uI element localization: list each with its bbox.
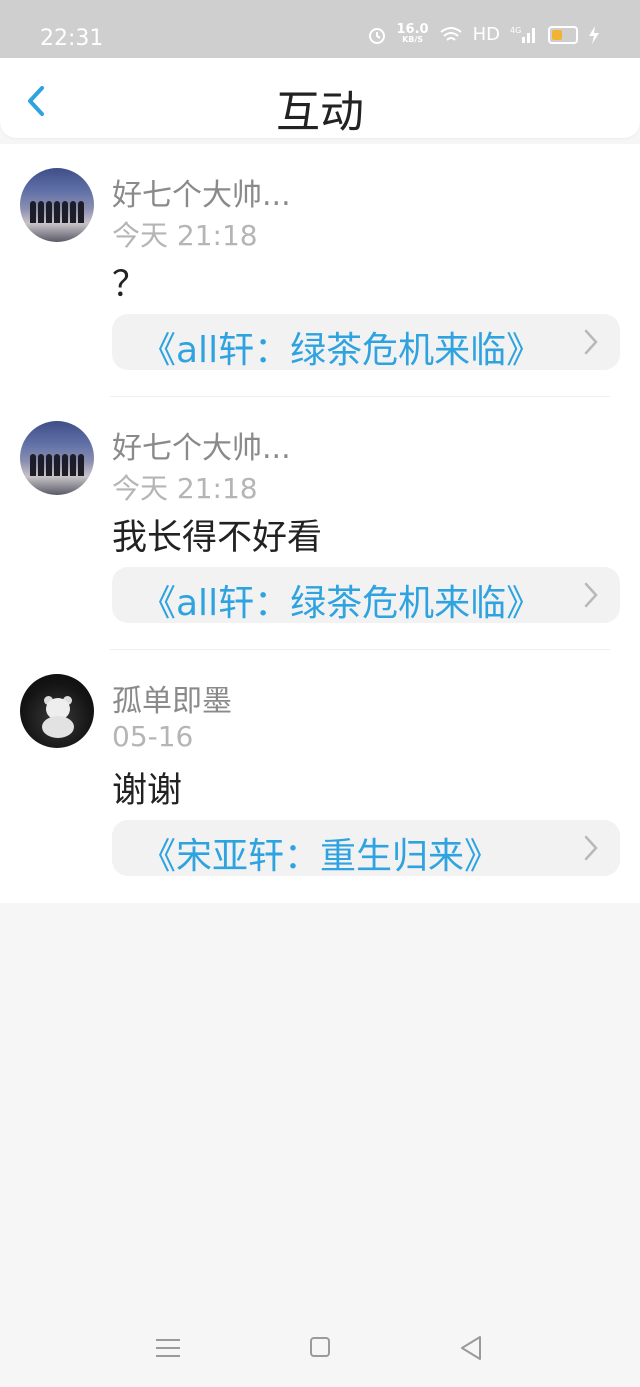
battery-icon [548,25,578,44]
user-name[interactable]: 孤单即墨 [112,676,232,720]
status-time: 22:31 [40,26,104,51]
user-name[interactable]: 好七个大帅... [112,423,291,467]
chevron-right-icon [584,835,598,861]
avatar[interactable] [20,168,94,242]
menu-icon[interactable] [150,1332,186,1364]
avatar[interactable] [20,674,94,748]
svg-text:4G: 4G [510,26,521,35]
net-speed: 16.0 KB/S [396,21,429,44]
signal-icon: 4G [510,26,535,43]
interaction-list: 好七个大帅... 今天 21:18 ？ 《all轩：绿茶危机来临》 好七个大帅.… [0,144,640,903]
page-title: 互动 [276,87,364,138]
home-icon[interactable] [302,1332,338,1364]
book-link[interactable]: 《all轩：绿茶危机来临》 [112,314,620,371]
top-bar: 互动 [0,58,640,138]
hd-label: HD [472,24,500,45]
system-nav-bar [0,1308,640,1387]
chevron-right-icon [584,582,598,608]
chevron-right-icon [584,329,598,355]
message-text: 我长得不好看 [112,518,323,558]
wifi-icon [439,26,462,41]
alarm-icon [368,27,385,44]
back-triangle-icon[interactable] [454,1332,490,1364]
list-item: 孤单即墨 05-16 谢谢 《宋亚轩：重生归来》 [0,650,640,903]
list-item: 好七个大帅... 今天 21:18 ？ 《all轩：绿茶危机来临》 [0,144,640,397]
avatar[interactable] [20,421,94,495]
book-link[interactable]: 《宋亚轩：重生归来》 [112,820,620,877]
status-icons: 16.0 KB/S HD 4G [367,21,600,45]
timestamp: 今天 21:18 [112,219,258,252]
timestamp: 05-16 [112,720,194,753]
book-title: 《all轩：绿茶危机来临》 [140,330,543,371]
message-text: ？ [112,265,148,305]
user-name[interactable]: 好七个大帅... [112,170,291,214]
book-title: 《all轩：绿茶危机来临》 [140,583,543,624]
book-link[interactable]: 《all轩：绿茶危机来临》 [112,567,620,624]
list-item: 好七个大帅... 今天 21:18 我长得不好看 《all轩：绿茶危机来临》 [0,397,640,650]
message-text: 谢谢 [112,771,183,811]
timestamp: 今天 21:18 [112,472,258,505]
status-bar: 22:31 16.0 KB/S HD 4G [0,0,640,58]
charging-icon [589,25,599,44]
book-title: 《宋亚轩：重生归来》 [140,836,501,877]
